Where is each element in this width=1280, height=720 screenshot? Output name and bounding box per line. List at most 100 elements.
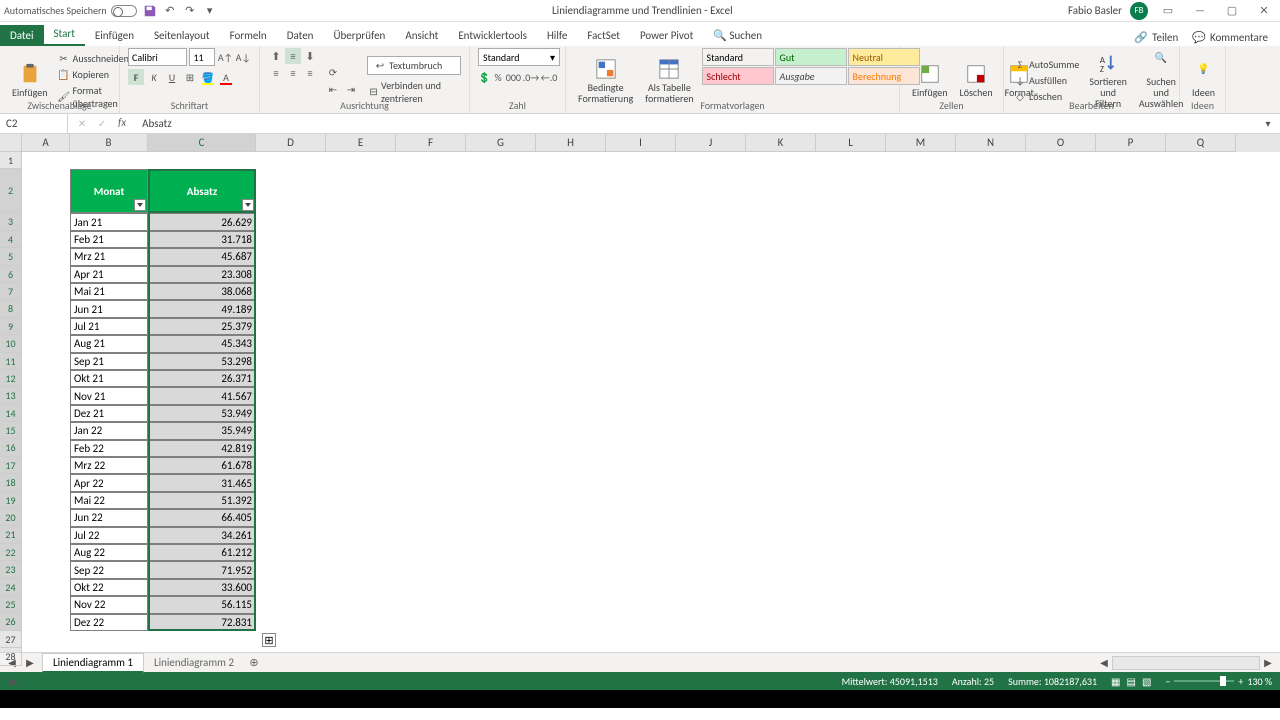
table-row[interactable]: Jan 22 xyxy=(70,422,148,439)
underline-button[interactable]: U xyxy=(164,69,180,85)
row-header-7[interactable]: 7 xyxy=(0,283,22,300)
table-row[interactable]: Aug 21 xyxy=(70,335,148,352)
table-row[interactable]: Apr 21 xyxy=(70,266,148,283)
name-box[interactable]: C2 xyxy=(0,114,68,133)
row-header-23[interactable]: 23 xyxy=(0,561,22,578)
align-top-icon[interactable]: ⬆ xyxy=(268,48,284,64)
table-row[interactable]: 26.629 xyxy=(148,213,256,230)
col-header-Q[interactable]: Q xyxy=(1166,134,1236,152)
percent-icon[interactable]: % xyxy=(492,69,503,85)
filter-button-absatz[interactable] xyxy=(242,199,254,211)
tab-einfuegen[interactable]: Einfügen xyxy=(85,25,144,46)
autosave-toggle[interactable]: Automatisches Speichern xyxy=(4,4,137,17)
table-row[interactable]: 72.831 xyxy=(148,614,256,631)
row-header-22[interactable]: 22 xyxy=(0,544,22,561)
row-header-5[interactable]: 5 xyxy=(0,248,22,265)
zoom-in-icon[interactable]: + xyxy=(1238,675,1243,688)
row-header-13[interactable]: 13 xyxy=(0,387,22,404)
col-header-F[interactable]: F xyxy=(396,134,466,152)
table-row[interactable]: Nov 22 xyxy=(70,596,148,613)
tab-daten[interactable]: Daten xyxy=(277,25,324,46)
table-row[interactable]: 71.952 xyxy=(148,561,256,578)
table-row[interactable]: Nov 21 xyxy=(70,387,148,404)
row-header-21[interactable]: 21 xyxy=(0,526,22,543)
row-header-19[interactable]: 19 xyxy=(0,492,22,509)
bold-button[interactable]: F xyxy=(128,69,144,85)
zoom-out-icon[interactable]: − xyxy=(1165,675,1170,688)
col-header-C[interactable]: C xyxy=(148,134,256,152)
col-header-D[interactable]: D xyxy=(256,134,326,152)
table-row[interactable]: Mrz 22 xyxy=(70,457,148,474)
row-header-6[interactable]: 6 xyxy=(0,266,22,283)
table-row[interactable]: 23.308 xyxy=(148,266,256,283)
view-normal-icon[interactable]: ▦ xyxy=(1111,675,1120,688)
table-row[interactable]: 45.687 xyxy=(148,248,256,265)
tab-suchen[interactable]: 🔍 Suchen xyxy=(703,25,772,46)
table-row[interactable]: 53.949 xyxy=(148,405,256,422)
row-header-9[interactable]: 9 xyxy=(0,318,22,335)
tab-formeln[interactable]: Formeln xyxy=(220,25,277,46)
table-row[interactable]: Jun 21 xyxy=(70,300,148,317)
row-header-3[interactable]: 3 xyxy=(0,213,22,230)
row-header-27[interactable]: 27 xyxy=(0,631,22,648)
row-header-24[interactable]: 24 xyxy=(0,579,22,596)
tab-nav-next-icon[interactable]: ▶ xyxy=(22,655,38,671)
table-row[interactable]: 51.392 xyxy=(148,492,256,509)
row-header-26[interactable]: 26 xyxy=(0,613,22,630)
table-row[interactable]: Sep 22 xyxy=(70,561,148,578)
table-row[interactable]: Feb 21 xyxy=(70,231,148,248)
table-row[interactable]: Mrz 21 xyxy=(70,248,148,265)
table-row[interactable]: 38.068 xyxy=(148,283,256,300)
autosum-button[interactable]: ΣAutoSumme xyxy=(1012,57,1081,72)
user-avatar[interactable]: FB xyxy=(1130,2,1148,20)
accept-formula-icon[interactable]: ✓ xyxy=(94,116,110,132)
table-row[interactable]: Jan 21 xyxy=(70,213,148,230)
view-page-layout-icon[interactable]: ▤ xyxy=(1127,675,1136,688)
row-header-2[interactable]: 2 xyxy=(0,169,22,213)
fill-color-button[interactable]: 🪣 xyxy=(200,69,216,85)
table-row[interactable]: 31.718 xyxy=(148,231,256,248)
redo-icon[interactable]: ↷ xyxy=(183,4,197,18)
inc-decimal-icon[interactable]: .0→ xyxy=(523,69,539,85)
table-row[interactable]: 25.379 xyxy=(148,318,256,335)
table-row[interactable]: 53.298 xyxy=(148,353,256,370)
comments-button[interactable]: 💬 Kommentare xyxy=(1186,29,1274,46)
tab-hilfe[interactable]: Hilfe xyxy=(537,25,577,46)
table-row[interactable]: Jul 21 xyxy=(70,318,148,335)
table-row[interactable]: Mai 21 xyxy=(70,283,148,300)
zoom-level[interactable]: 130 % xyxy=(1247,675,1272,688)
expand-formula-icon[interactable]: ▾ xyxy=(1260,116,1276,132)
maximize-icon[interactable]: ▢ xyxy=(1220,1,1244,21)
table-row[interactable]: 61.212 xyxy=(148,544,256,561)
row-header-11[interactable]: 11 xyxy=(0,353,22,370)
row-header-25[interactable]: 25 xyxy=(0,596,22,613)
italic-button[interactable]: K xyxy=(146,69,162,85)
row-header-20[interactable]: 20 xyxy=(0,509,22,526)
table-row[interactable]: 42.819 xyxy=(148,440,256,457)
table-row[interactable]: Jul 22 xyxy=(70,527,148,544)
horizontal-scrollbar[interactable]: ◀▶ xyxy=(1096,656,1276,670)
table-row[interactable]: 61.678 xyxy=(148,457,256,474)
style-standard[interactable]: Standard xyxy=(702,48,774,66)
row-header-8[interactable]: 8 xyxy=(0,300,22,317)
col-header-A[interactable]: A xyxy=(22,134,70,152)
add-sheet-button[interactable]: ⊕ xyxy=(244,656,264,669)
tab-ansicht[interactable]: Ansicht xyxy=(395,25,448,46)
col-header-B[interactable]: B xyxy=(70,134,148,152)
col-header-J[interactable]: J xyxy=(676,134,746,152)
orientation-button[interactable]: ⟳ xyxy=(325,64,341,80)
user-name[interactable]: Fabio Basler xyxy=(1068,4,1122,17)
align-left-icon[interactable]: ≡ xyxy=(268,65,284,81)
table-row[interactable]: Mai 22 xyxy=(70,492,148,509)
table-row[interactable]: 56.115 xyxy=(148,596,256,613)
formula-bar[interactable]: Absatz xyxy=(136,117,1260,130)
share-button[interactable]: 🔗 Teilen xyxy=(1128,29,1184,46)
currency-icon[interactable]: 💲 xyxy=(478,69,490,85)
table-row[interactable]: Sep 21 xyxy=(70,353,148,370)
dec-indent-icon[interactable]: ⇤ xyxy=(325,81,341,97)
minimize-icon[interactable]: — xyxy=(1188,1,1212,21)
table-row[interactable]: Dez 22 xyxy=(70,614,148,631)
row-header-16[interactable]: 16 xyxy=(0,439,22,456)
table-row[interactable]: Dez 21 xyxy=(70,405,148,422)
row-header-10[interactable]: 10 xyxy=(0,335,22,352)
